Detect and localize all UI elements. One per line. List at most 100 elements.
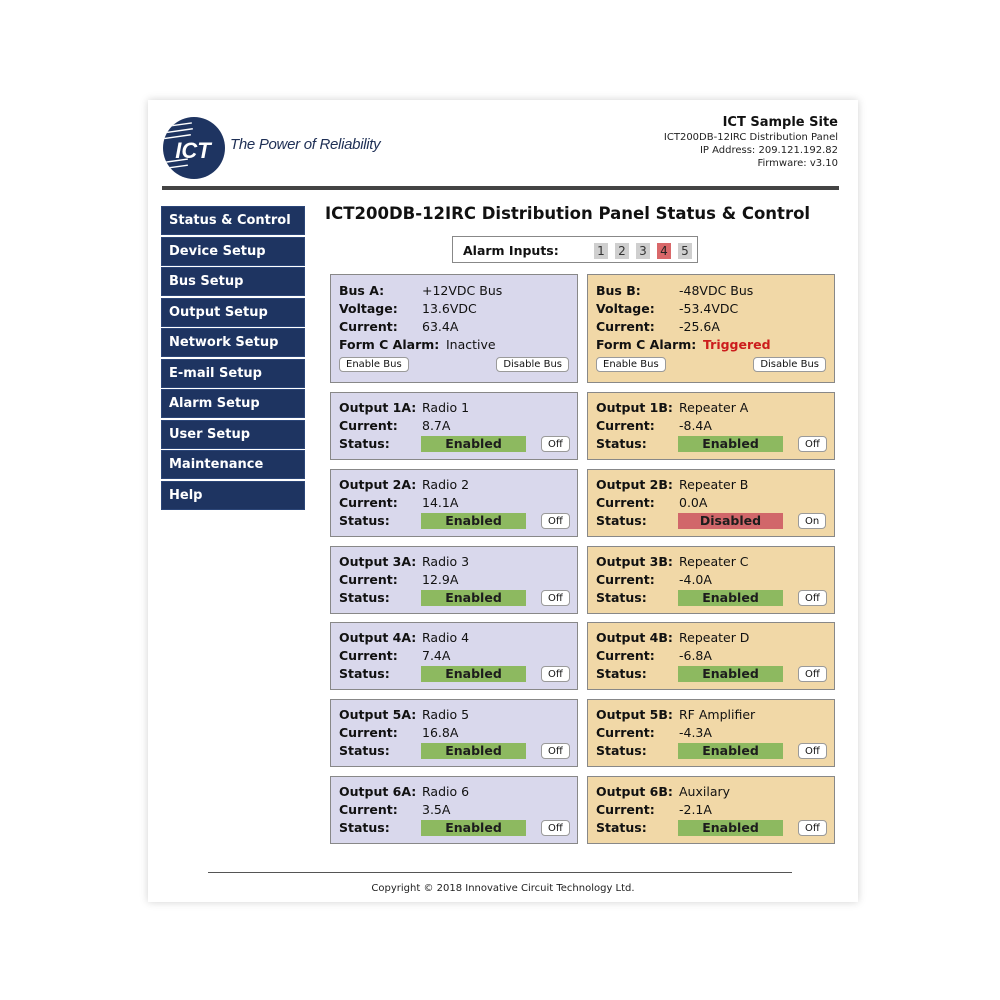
disable-bus-button[interactable]: Disable Bus	[496, 357, 569, 372]
output-card: Output 6B: Auxilary Current: -2.1A Status: En…	[587, 776, 835, 844]
bus-name: +12VDC Bus	[422, 283, 503, 298]
footer-divider	[208, 872, 792, 873]
output-off-button[interactable]: Off	[798, 666, 827, 683]
alarm-input-3[interactable]: 3	[636, 243, 650, 259]
svg-text:ICT: ICT	[175, 138, 212, 163]
output-status-badge: Enabled	[421, 666, 526, 683]
alarm-input-1[interactable]: 1	[594, 243, 608, 259]
nav-help[interactable]: Help	[161, 480, 305, 510]
enable-bus-button[interactable]: Enable Bus	[596, 357, 666, 372]
header-divider	[162, 186, 839, 190]
output-off-button[interactable]: Off	[798, 589, 827, 606]
firmware-version: Firmware: v3.10	[757, 158, 838, 169]
output-card: Output 1B: Repeater A Current: -8.4A Status:…	[587, 392, 835, 460]
output-off-button[interactable]: Off	[541, 666, 570, 683]
output-name: Radio 5	[422, 707, 470, 723]
output-name: Radio 6	[422, 784, 470, 799]
output-status-badge: Enabled	[678, 589, 783, 606]
status-label: Status:	[596, 512, 647, 528]
nav-output-setup[interactable]: Output Setup	[161, 297, 305, 327]
output-off-button[interactable]: Off	[798, 743, 827, 760]
nav-user-setup[interactable]: User Setup	[161, 419, 305, 449]
site-info: ICT Sample Site ICT200DB-12IRC Distribut…	[664, 114, 838, 170]
status-label: Status:	[596, 436, 647, 451]
output-name: RF Amplifier	[679, 707, 756, 723]
current-label: Current:	[596, 319, 655, 334]
output-off-button[interactable]: Off	[541, 512, 570, 529]
ict-logo: ICT	[163, 117, 225, 179]
current-label: Current:	[339, 725, 398, 741]
output-current: 0.0A	[679, 494, 708, 510]
bus-voltage: -53.4VDC	[679, 301, 739, 316]
enable-bus-button[interactable]: Enable Bus	[339, 357, 409, 372]
alarm-input-2[interactable]: 2	[615, 243, 629, 259]
bus-current: -25.6A	[679, 319, 720, 334]
nav-bus-setup[interactable]: Bus Setup	[161, 267, 305, 296]
disable-bus-button[interactable]: Disable Bus	[753, 357, 826, 372]
form-c-alarm-status: Inactive	[446, 337, 496, 352]
output-label: Output 4B:	[596, 630, 673, 646]
form-c-label: Form C Alarm:	[339, 337, 440, 352]
output-card: Output 3B: Repeater C Current: -4.0A Status:…	[587, 545, 835, 614]
nav-maintenance[interactable]: Maintenance	[161, 450, 305, 479]
nav-device-setup[interactable]: Device Setup	[161, 236, 305, 266]
output-name: Repeater A	[679, 400, 749, 415]
alarm-inputs-panel: Alarm Inputs: 1 2 3 4 5	[452, 236, 698, 263]
current-label: Current:	[339, 648, 398, 664]
alarm-input-5[interactable]: 5	[678, 243, 692, 259]
output-current: 14.1A	[422, 494, 459, 510]
nav-network-setup[interactable]: Network Setup	[161, 328, 305, 357]
bus-b-card: Bus B: -48VDC Bus Voltage: -53.4VDC Curren…	[587, 274, 835, 383]
output-status-badge: Disabled	[678, 512, 783, 529]
output-off-button[interactable]: Off	[541, 589, 570, 606]
output-status-badge: Enabled	[421, 589, 526, 606]
output-name: Repeater B	[679, 476, 749, 492]
status-label: Status:	[596, 743, 647, 759]
output-name: Auxilary	[679, 784, 731, 799]
output-label: Output 6B:	[596, 784, 673, 799]
output-name: Radio 1	[422, 400, 470, 415]
alarm-input-4[interactable]: 4	[657, 243, 671, 259]
output-status-badge: Enabled	[678, 743, 783, 760]
output-card: Output 1A: Radio 1 Current: 8.7A Status: Enab…	[330, 392, 578, 460]
nav-alarm-setup[interactable]: Alarm Setup	[161, 389, 305, 418]
output-off-button[interactable]: Off	[541, 436, 570, 452]
output-current: -4.3A	[679, 725, 712, 741]
output-label: Output 6A:	[339, 784, 417, 799]
status-label: Status:	[339, 820, 390, 835]
output-status-badge: Enabled	[421, 820, 526, 836]
output-status-badge: Enabled	[678, 436, 783, 452]
status-label: Status:	[339, 743, 390, 759]
output-card: Output 3A: Radio 3 Current: 12.9A Status: Ena…	[330, 545, 578, 614]
voltage-label: Voltage:	[339, 301, 398, 316]
current-label: Current:	[339, 319, 398, 334]
nav-status-control[interactable]: Status & Control	[161, 206, 305, 235]
output-label: Output 3B:	[596, 553, 673, 569]
status-label: Status:	[339, 436, 390, 451]
output-current: -8.4A	[679, 418, 712, 433]
copyright: Copyright © 2018 Innovative Circuit Tech…	[371, 883, 635, 894]
current-label: Current:	[339, 571, 398, 587]
output-name: Radio 3	[422, 553, 470, 569]
bus-label: Bus B:	[596, 283, 641, 298]
output-off-button[interactable]: Off	[798, 820, 827, 836]
bus-name: -48VDC Bus	[679, 283, 754, 298]
output-label: Output 5B:	[596, 707, 673, 723]
status-label: Status:	[596, 820, 647, 835]
output-card: Output 4A: Radio 4 Current: 7.4A Status: Enab…	[330, 622, 578, 691]
tagline: The Power of Reliability	[230, 136, 381, 153]
output-off-button[interactable]: Off	[541, 820, 570, 836]
current-label: Current:	[339, 418, 398, 433]
output-off-button[interactable]: Off	[541, 743, 570, 760]
output-on-button[interactable]: On	[798, 512, 827, 529]
output-card: Output 2A: Radio 2 Current: 14.1A Status: Ena…	[330, 468, 578, 537]
output-current: -4.0A	[679, 571, 712, 587]
output-off-button[interactable]: Off	[798, 436, 827, 452]
ip-address: IP Address: 209.121.192.82	[699, 145, 838, 156]
current-label: Current:	[339, 494, 398, 510]
bus-voltage: 13.6VDC	[422, 301, 477, 316]
output-label: Output 3A:	[339, 553, 417, 569]
current-label: Current:	[339, 802, 398, 817]
output-card: Output 2B: Repeater B Current: 0.0A Status: D…	[587, 468, 835, 537]
nav-email-setup[interactable]: E-mail Setup	[161, 358, 305, 388]
